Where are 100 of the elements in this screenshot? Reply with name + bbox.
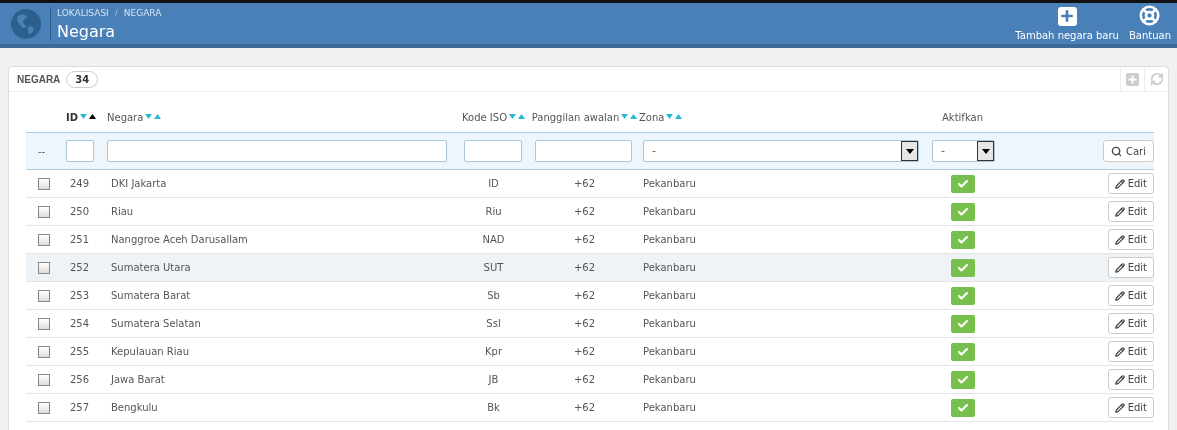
table-cell-text: Bengkulu (110, 401, 159, 415)
table-cell: Riu (485, 206, 502, 217)
pencil-icon (1114, 178, 1125, 189)
row-checkbox[interactable] (38, 205, 50, 218)
table-cell-text: Nanggroe Aceh Darusallam (110, 233, 249, 247)
pencil-icon (1114, 346, 1125, 357)
table-cell: SUT (483, 262, 504, 273)
pencil-icon (1114, 318, 1125, 329)
table-row[interactable]: 254 Sumatera Selatan Ssl +62 Pekanbaru Edit (26, 310, 1154, 338)
row-checkbox[interactable] (38, 177, 50, 190)
table-cell-text: DKI Jakarta (110, 177, 168, 191)
help-icon (1139, 4, 1161, 26)
table-cell: Ssl (486, 318, 501, 329)
table-cell-text: Pekanbaru (642, 317, 697, 331)
table-cell-text: 256 (69, 373, 91, 387)
country-filter-field[interactable] (107, 140, 447, 162)
active-check-icon[interactable] (950, 258, 975, 277)
reset-label: -- (37, 144, 47, 159)
column-header: Panggilan awalan (531, 110, 620, 125)
table-row[interactable]: 252 Sumatera Utara SUT +62 Pekanbaru Edit (26, 254, 1154, 282)
table-cell-text: Sumatera Barat (110, 289, 192, 303)
row-checkbox[interactable] (38, 261, 50, 274)
table-cell: +62 (573, 262, 596, 273)
table-cell-text: 252 (69, 261, 91, 275)
active-check-icon[interactable] (950, 286, 975, 305)
table-cell-text: Sumatera Selatan (110, 317, 202, 331)
pencil-icon (1114, 206, 1125, 217)
table-cell-text: Pekanbaru (642, 289, 697, 303)
pencil-icon (1114, 234, 1125, 245)
edit-button[interactable]: Edit (1107, 369, 1154, 390)
pencil-icon (1114, 290, 1125, 301)
table-cell-text: Jawa Barat (109, 373, 166, 387)
pencil-icon (1114, 402, 1125, 413)
row-checkbox[interactable] (38, 401, 50, 414)
pencil-icon (1114, 262, 1125, 273)
table-cell-text: 255 (69, 345, 91, 359)
active-check-icon[interactable] (950, 398, 975, 417)
active-check-icon[interactable] (950, 202, 975, 221)
edit-button[interactable]: Edit (1107, 341, 1154, 362)
table-cell: +62 (573, 402, 596, 413)
table-cell-text: Pekanbaru (642, 177, 697, 191)
table-cell-text: 254 (69, 317, 91, 331)
active-check-icon[interactable] (950, 174, 975, 193)
column-header: Kode ISO (462, 110, 507, 125)
table-cell: +62 (573, 234, 596, 245)
table-cell-text: Pekanbaru (642, 373, 697, 387)
edit-button[interactable]: Edit (1107, 257, 1154, 278)
edit-button[interactable]: Edit (1107, 201, 1154, 222)
table-row[interactable]: 253 Sumatera Barat Sb +62 Pekanbaru Edit (26, 282, 1154, 310)
edit-button[interactable]: Edit (1107, 397, 1154, 418)
iso-filter-field[interactable] (464, 140, 522, 162)
sort-arrows-icon[interactable] (80, 114, 97, 120)
table-cell-text: 251 (69, 233, 91, 247)
pencil-icon (1114, 374, 1125, 385)
table-cell: +62 (573, 206, 596, 217)
table-row[interactable]: 257 Bengkulu Bk +62 Pekanbaru Edit (26, 394, 1154, 422)
table-cell: +62 (573, 178, 596, 189)
search-icon (1111, 145, 1122, 157)
table-cell: +62 (573, 290, 596, 301)
active-dropdown[interactable]: - (932, 140, 995, 162)
table-cell-text: 249 (69, 177, 91, 191)
table-cell-text: Kepulauan Riau (110, 345, 190, 359)
add-button[interactable]: Tambah negara baru (1015, 6, 1119, 43)
edit-button[interactable]: Edit (1107, 229, 1154, 250)
add-icon (1057, 6, 1077, 26)
table-cell: Kpr (485, 346, 502, 357)
id-filter-field[interactable] (66, 140, 94, 162)
table-cell-text: Sumatera Utara (110, 261, 192, 275)
row-checkbox[interactable] (38, 317, 50, 330)
column-header: Aktifkan (942, 110, 983, 125)
edit-button[interactable]: Edit (1107, 313, 1154, 334)
table-cell-text: Pekanbaru (642, 205, 697, 219)
prefix-filter-field[interactable] (535, 140, 632, 162)
column-header: Negara (107, 110, 144, 125)
table-cell-text: Riau (110, 205, 135, 219)
active-check-icon[interactable] (950, 370, 975, 389)
edit-button[interactable]: Edit (1107, 285, 1154, 306)
table-row[interactable]: 250 Riau Riu +62 Pekanbaru Edit (26, 198, 1154, 226)
row-checkbox[interactable] (38, 373, 50, 386)
search-button[interactable]: Cari (1103, 140, 1154, 162)
active-check-icon[interactable] (950, 230, 975, 249)
table-row[interactable]: 255 Kepulauan Riau Kpr +62 Pekanbaru Edit (26, 338, 1154, 366)
table-cell: +62 (573, 346, 596, 357)
table-cell-text: 257 (69, 401, 91, 415)
active-check-icon[interactable] (950, 314, 975, 333)
table-cell-text: 253 (69, 289, 91, 303)
table-row[interactable]: 251 Nanggroe Aceh Darusallam NAD +62 Pekanbaru Edit (26, 226, 1154, 254)
help-button[interactable]: Bantuan (1128, 4, 1171, 43)
edit-button[interactable]: Edit (1107, 173, 1154, 194)
table-cell-text: Pekanbaru (642, 233, 697, 247)
globe-icon (10, 7, 42, 40)
table-row[interactable]: 249 DKI Jakarta ID +62 Pekanbaru Edit (26, 170, 1154, 198)
zone-dropdown[interactable]: - (643, 140, 919, 162)
row-checkbox[interactable] (38, 233, 50, 246)
row-checkbox[interactable] (38, 345, 50, 358)
table-row[interactable]: 256 Jawa Barat JB +62 Pekanbaru Edit (26, 366, 1154, 394)
table-cell-text: Pekanbaru (642, 261, 697, 275)
active-check-icon[interactable] (950, 342, 975, 361)
table-cell-text: 250 (69, 205, 91, 219)
row-checkbox[interactable] (38, 289, 50, 302)
